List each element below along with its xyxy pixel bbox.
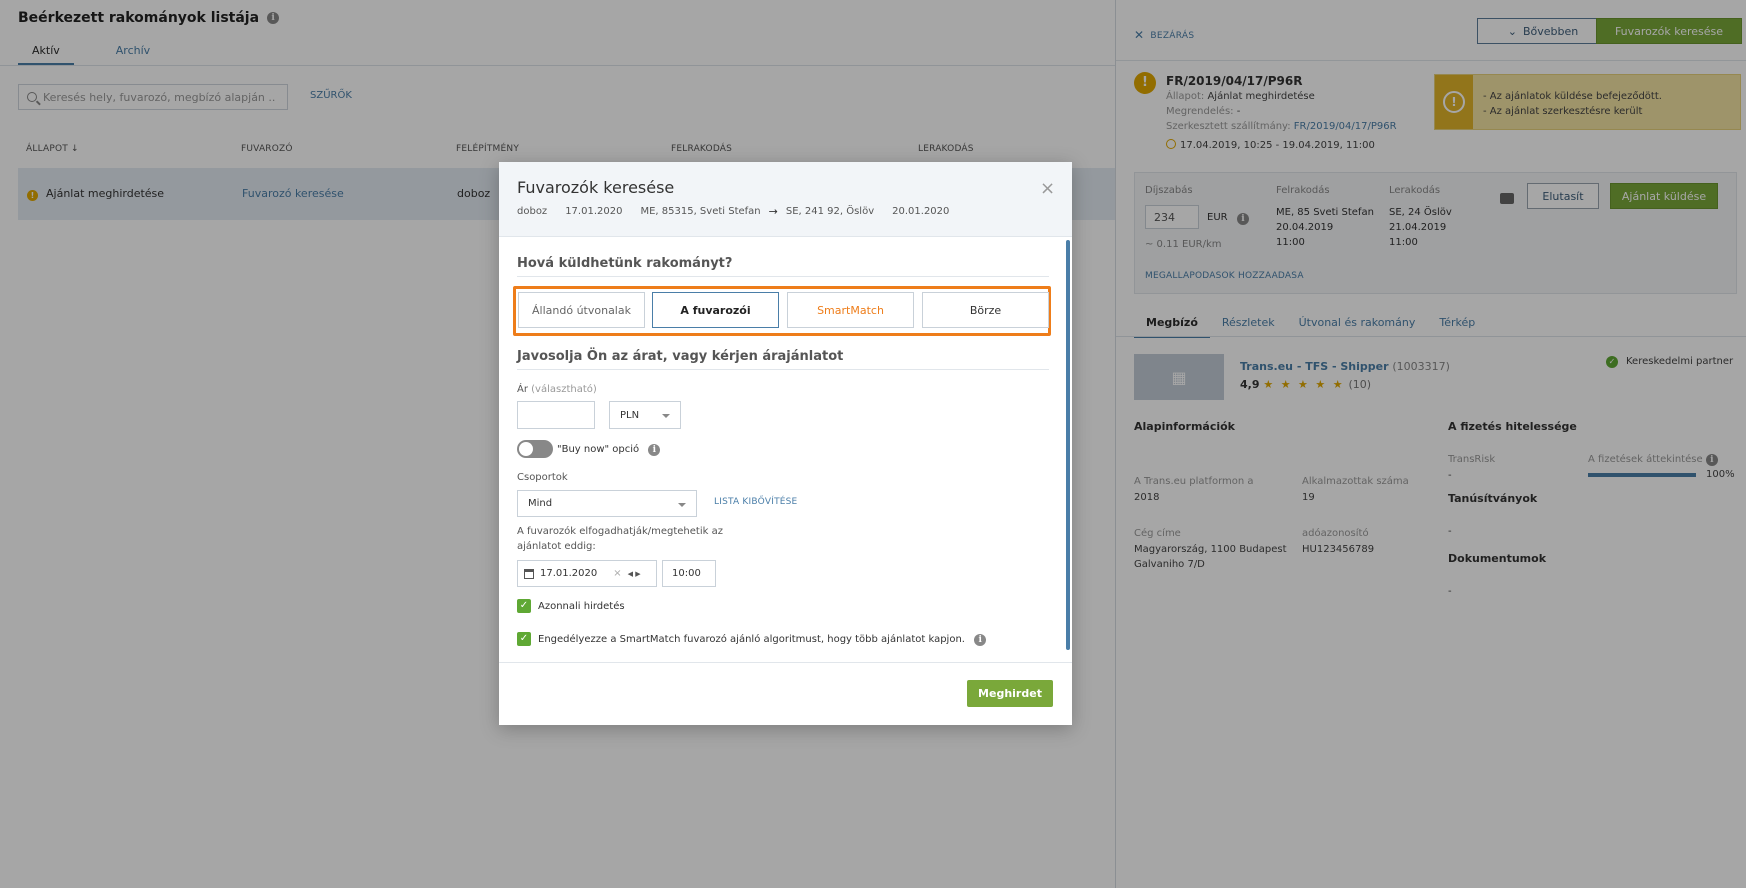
option-exchange[interactable]: Börze — [922, 292, 1049, 328]
groups-select[interactable]: Mind — [517, 490, 697, 517]
smartmatch-checkbox[interactable]: ✓ — [517, 632, 531, 646]
deadline-label-1: A fuvarozók elfogadhatják/megtehetik az — [517, 526, 723, 537]
price-label: Ár (választható) — [517, 384, 597, 395]
immediate-checkbox[interactable]: ✓ — [517, 599, 531, 613]
route-body: doboz — [517, 206, 548, 217]
section-divider — [517, 369, 1049, 370]
close-icon[interactable]: × — [1040, 178, 1055, 199]
groups-label: Csoportok — [517, 472, 568, 483]
route-from: ME, 85315, Sveti Stefan — [640, 206, 761, 217]
option-my-carriers[interactable]: A fuvarozói — [652, 292, 779, 328]
modal-scrollbar[interactable] — [1066, 240, 1070, 650]
option-permanent-routes[interactable]: Állandó útvonalak — [518, 292, 645, 328]
currency-select[interactable]: PLN — [609, 401, 681, 429]
find-carriers-modal: Fuvarozók keresése × doboz 17.01.2020 ME… — [499, 162, 1072, 725]
publish-button[interactable]: Meghirdet — [967, 680, 1053, 707]
section-divider — [517, 276, 1049, 277]
destination-section-title: Hová küldhetünk rakományt? — [517, 256, 733, 271]
date-step-icon[interactable]: ◀ ▶ — [628, 570, 641, 578]
expand-list-link[interactable]: LISTA KIBŐVÍTÉSE — [714, 497, 797, 507]
buy-now-toggle[interactable] — [517, 440, 553, 458]
modal-header — [499, 162, 1072, 237]
route-load-date: 17.01.2020 — [565, 206, 623, 217]
clear-icon[interactable]: × — [613, 568, 621, 579]
smartmatch-label: Engedélyezze a SmartMatch fuvarozó ajánl… — [538, 634, 987, 646]
price-section-title: Javosolja Ön az árat, vagy kérjen áraján… — [517, 349, 844, 364]
route-to: SE, 241 92, Öslöv — [785, 206, 875, 217]
modal-route-summary: doboz 17.01.2020 ME, 85315, Sveti Stefan… — [517, 205, 949, 218]
deadline-time-input[interactable]: 10:00 — [662, 560, 716, 587]
immediate-label: Azonnali hirdetés — [538, 601, 625, 612]
arrow-right-icon: → — [768, 205, 778, 218]
footer-divider — [499, 662, 1072, 663]
option-smartmatch[interactable]: SmartMatch — [787, 292, 914, 328]
info-icon[interactable]: i — [648, 444, 661, 456]
modal-title: Fuvarozók keresése — [517, 178, 675, 197]
buy-now-label: "Buy now" opció i — [557, 444, 661, 456]
route-unload-date: 20.01.2020 — [892, 206, 950, 217]
info-icon[interactable]: i — [974, 634, 987, 646]
chevron-down-icon — [662, 414, 670, 418]
price-input[interactable] — [517, 401, 595, 429]
deadline-date-input[interactable]: 17.01.2020 × ◀ ▶ — [517, 560, 657, 587]
calendar-icon — [524, 568, 534, 579]
chevron-down-icon — [678, 503, 686, 507]
deadline-label-2: ajánlatot eddig: — [517, 541, 596, 552]
